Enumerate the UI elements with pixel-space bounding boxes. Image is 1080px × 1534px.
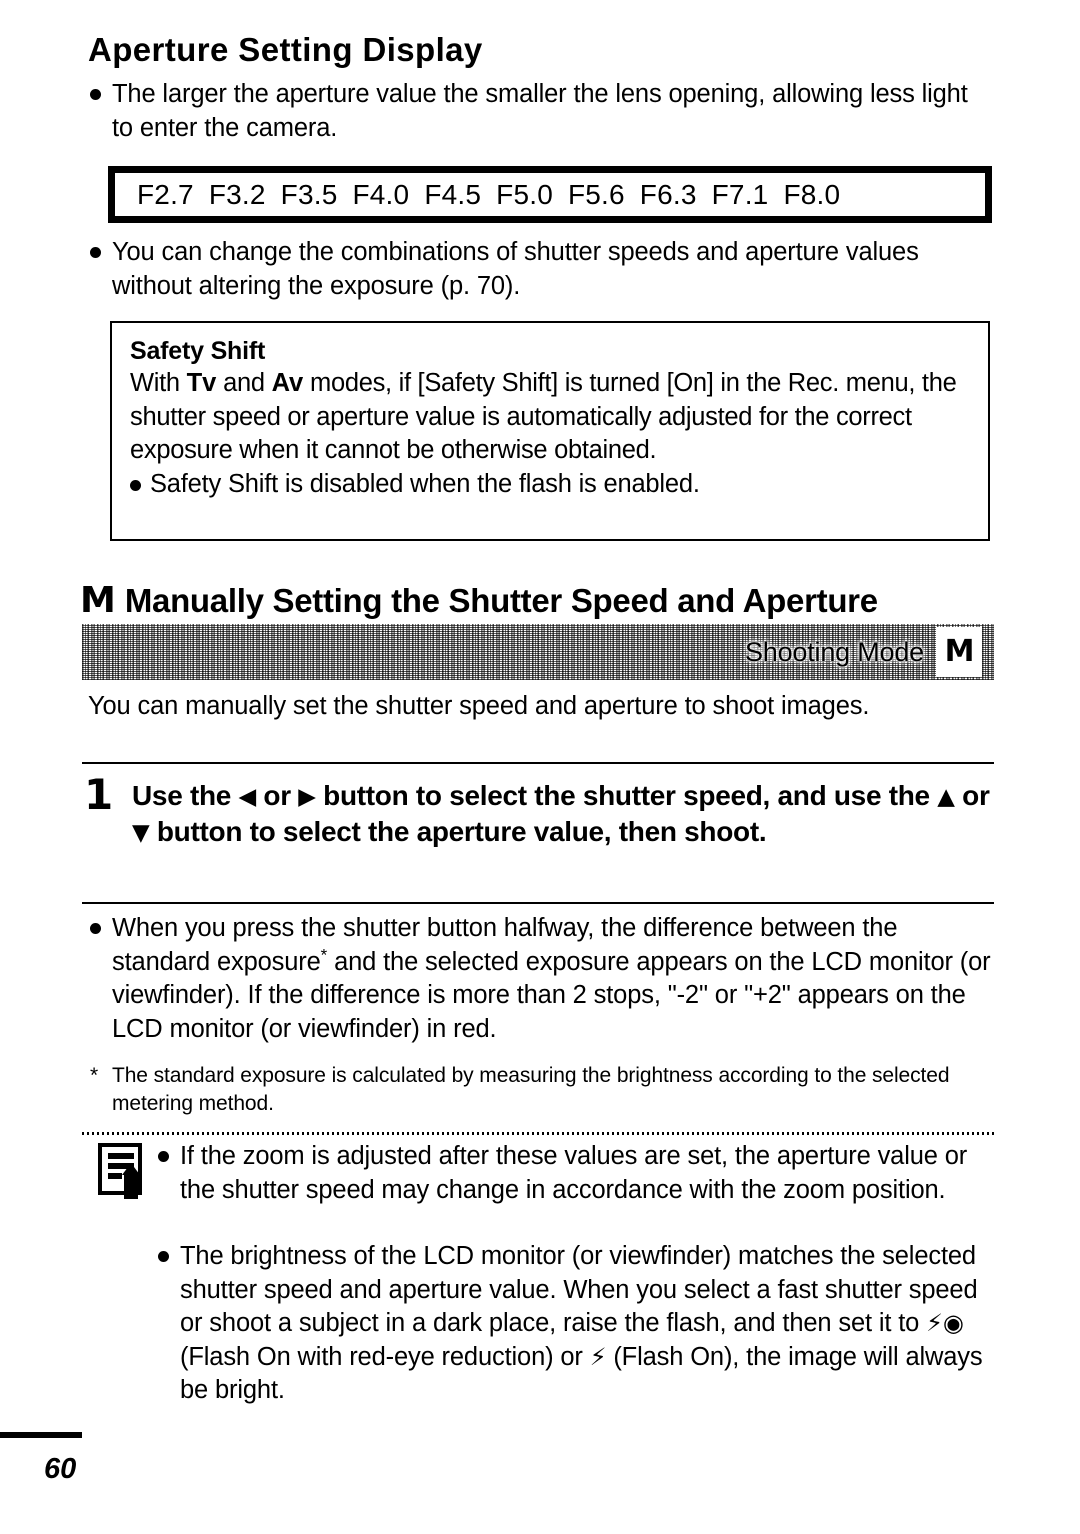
footnote-text: The standard exposure is calculated by m…	[112, 1064, 950, 1115]
aperture-value: F2.7	[137, 178, 194, 210]
aperture-section-heading: Aperture Setting Display	[88, 31, 483, 68]
bullet-dot-icon	[158, 1151, 169, 1162]
safety-shift-sub-text: Safety Shift is disabled when the flash …	[150, 469, 700, 498]
memo-note-1: If the zoom is adjusted after these valu…	[158, 1140, 993, 1207]
footer-rule	[0, 1432, 82, 1438]
arrow-up-icon: ▲	[937, 784, 955, 810]
safety-shift-body: With Tv and Av modes, if [Safety Shift] …	[130, 367, 974, 468]
shooting-mode-bar: Shooting Mode M	[82, 624, 994, 680]
bullet-dot-icon	[90, 247, 101, 258]
shooting-mode-badge: M	[936, 627, 982, 677]
bullet-dot-icon	[90, 89, 101, 100]
mode-tag-av: Av	[271, 369, 304, 397]
aperture-values-list: F2.7 F3.2 F3.5 F4.0 F4.5 F5.0 F5.6 F6.3 F7.1 F8.0	[137, 179, 855, 211]
mode-m-icon: M	[80, 580, 116, 621]
mode-tag-tv: Tv	[186, 369, 217, 397]
safety-body-prefix: With	[130, 369, 187, 397]
step-text-part5: button to select the aperture value, the…	[149, 816, 767, 847]
shooting-mode-label: Shooting Mode	[744, 636, 924, 667]
step-1-number: 1	[84, 770, 114, 819]
flash-redeye-icon: ⚡◉	[926, 1309, 964, 1337]
memo-line	[108, 1173, 122, 1179]
memo-note-2: The brightness of the LCD monitor (or vi…	[158, 1240, 993, 1408]
footnote-marker: *	[90, 1064, 99, 1087]
aperture-value: F4.0	[352, 178, 410, 210]
aperture-bullet-2: You can change the combinations of shutt…	[90, 236, 990, 303]
aperture-value: F6.3	[639, 178, 697, 210]
memo-note-2-part1: The brightness of the LCD monitor (or vi…	[180, 1242, 978, 1337]
bullet-dot-icon	[158, 1251, 169, 1262]
step-1-text: Use the ◀ or ▶ button to select the shut…	[84, 778, 994, 850]
memo-note-2-part2: (Flash On with red-eye reduction) or	[180, 1342, 590, 1371]
step-text-part1: Use the	[132, 780, 239, 811]
arrow-right-icon: ▶	[298, 784, 316, 810]
shooting-mode-badge-text: M	[944, 634, 975, 669]
aperture-value: F7.1	[711, 178, 769, 210]
bullet-dot-icon	[90, 923, 101, 934]
manual-intro-text: You can manually set the shutter speed a…	[88, 692, 870, 720]
manual-section-heading: M Manually Setting the Shutter Speed and…	[80, 583, 878, 619]
aperture-bullet-1-text: The larger the aperture value the smalle…	[112, 80, 968, 142]
page-number: 60	[44, 1453, 77, 1485]
safety-body-mid: and	[216, 369, 272, 397]
manual-section-heading-text: Manually Setting the Shutter Speed and A…	[124, 582, 878, 619]
memo-note-2-text: The brightness of the LCD monitor (or vi…	[158, 1240, 993, 1408]
divider-rule	[82, 762, 994, 764]
aperture-value: F3.2	[208, 178, 266, 210]
flash-on-icon: ⚡	[589, 1342, 607, 1371]
step-text-part2: or	[255, 780, 299, 811]
safety-shift-box: Safety Shift With Tv and Av modes, if [S…	[110, 321, 990, 541]
dotted-divider-rule	[82, 1132, 994, 1135]
arrow-left-icon: ◀	[238, 784, 257, 810]
pencil-body-shape	[124, 1174, 138, 1199]
aperture-value: F8.0	[783, 178, 841, 210]
arrow-down-icon: ▼	[132, 820, 150, 846]
aperture-bullet-1: The larger the aperture value the smalle…	[90, 78, 990, 145]
aperture-value: F5.0	[496, 178, 553, 210]
aperture-value: F5.6	[567, 178, 625, 210]
memo-line	[108, 1153, 134, 1159]
aperture-bullet-2-text: You can change the combinations of shutt…	[112, 238, 919, 300]
step-text-part4: or	[954, 780, 990, 811]
divider-rule	[82, 902, 994, 904]
manual-page: Aperture Setting Display The larger the …	[0, 0, 1080, 1534]
aperture-values-box: F2.7 F3.2 F3.5 F4.0 F4.5 F5.0 F5.6 F6.3 F7.1 F8.0	[108, 166, 992, 223]
step-text-part3: button to select the shutter speed, and …	[315, 780, 938, 811]
exposure-bullet-text: When you press the shutter button halfwa…	[90, 912, 995, 1046]
safety-shift-title: Safety Shift	[130, 337, 266, 365]
exposure-bullet: When you press the shutter button halfwa…	[90, 912, 995, 1046]
bullet-dot-icon	[130, 479, 141, 491]
memo-pencil-icon	[98, 1143, 146, 1199]
aperture-values-inner: F2.7 F3.2 F3.5 F4.0 F4.5 F5.0 F5.6 F6.3 F7.1 F8.0	[115, 173, 985, 216]
footnote: * The standard exposure is calculated by…	[90, 1062, 990, 1118]
safety-shift-sub-bullet: Safety Shift is disabled when the flash …	[130, 468, 974, 502]
step-1: 1 Use the ◀ or ▶ button to select the sh…	[84, 774, 994, 850]
aperture-value: F4.5	[424, 178, 482, 210]
aperture-value: F3.5	[280, 178, 338, 210]
memo-note-1-text: If the zoom is adjusted after these valu…	[180, 1142, 968, 1204]
